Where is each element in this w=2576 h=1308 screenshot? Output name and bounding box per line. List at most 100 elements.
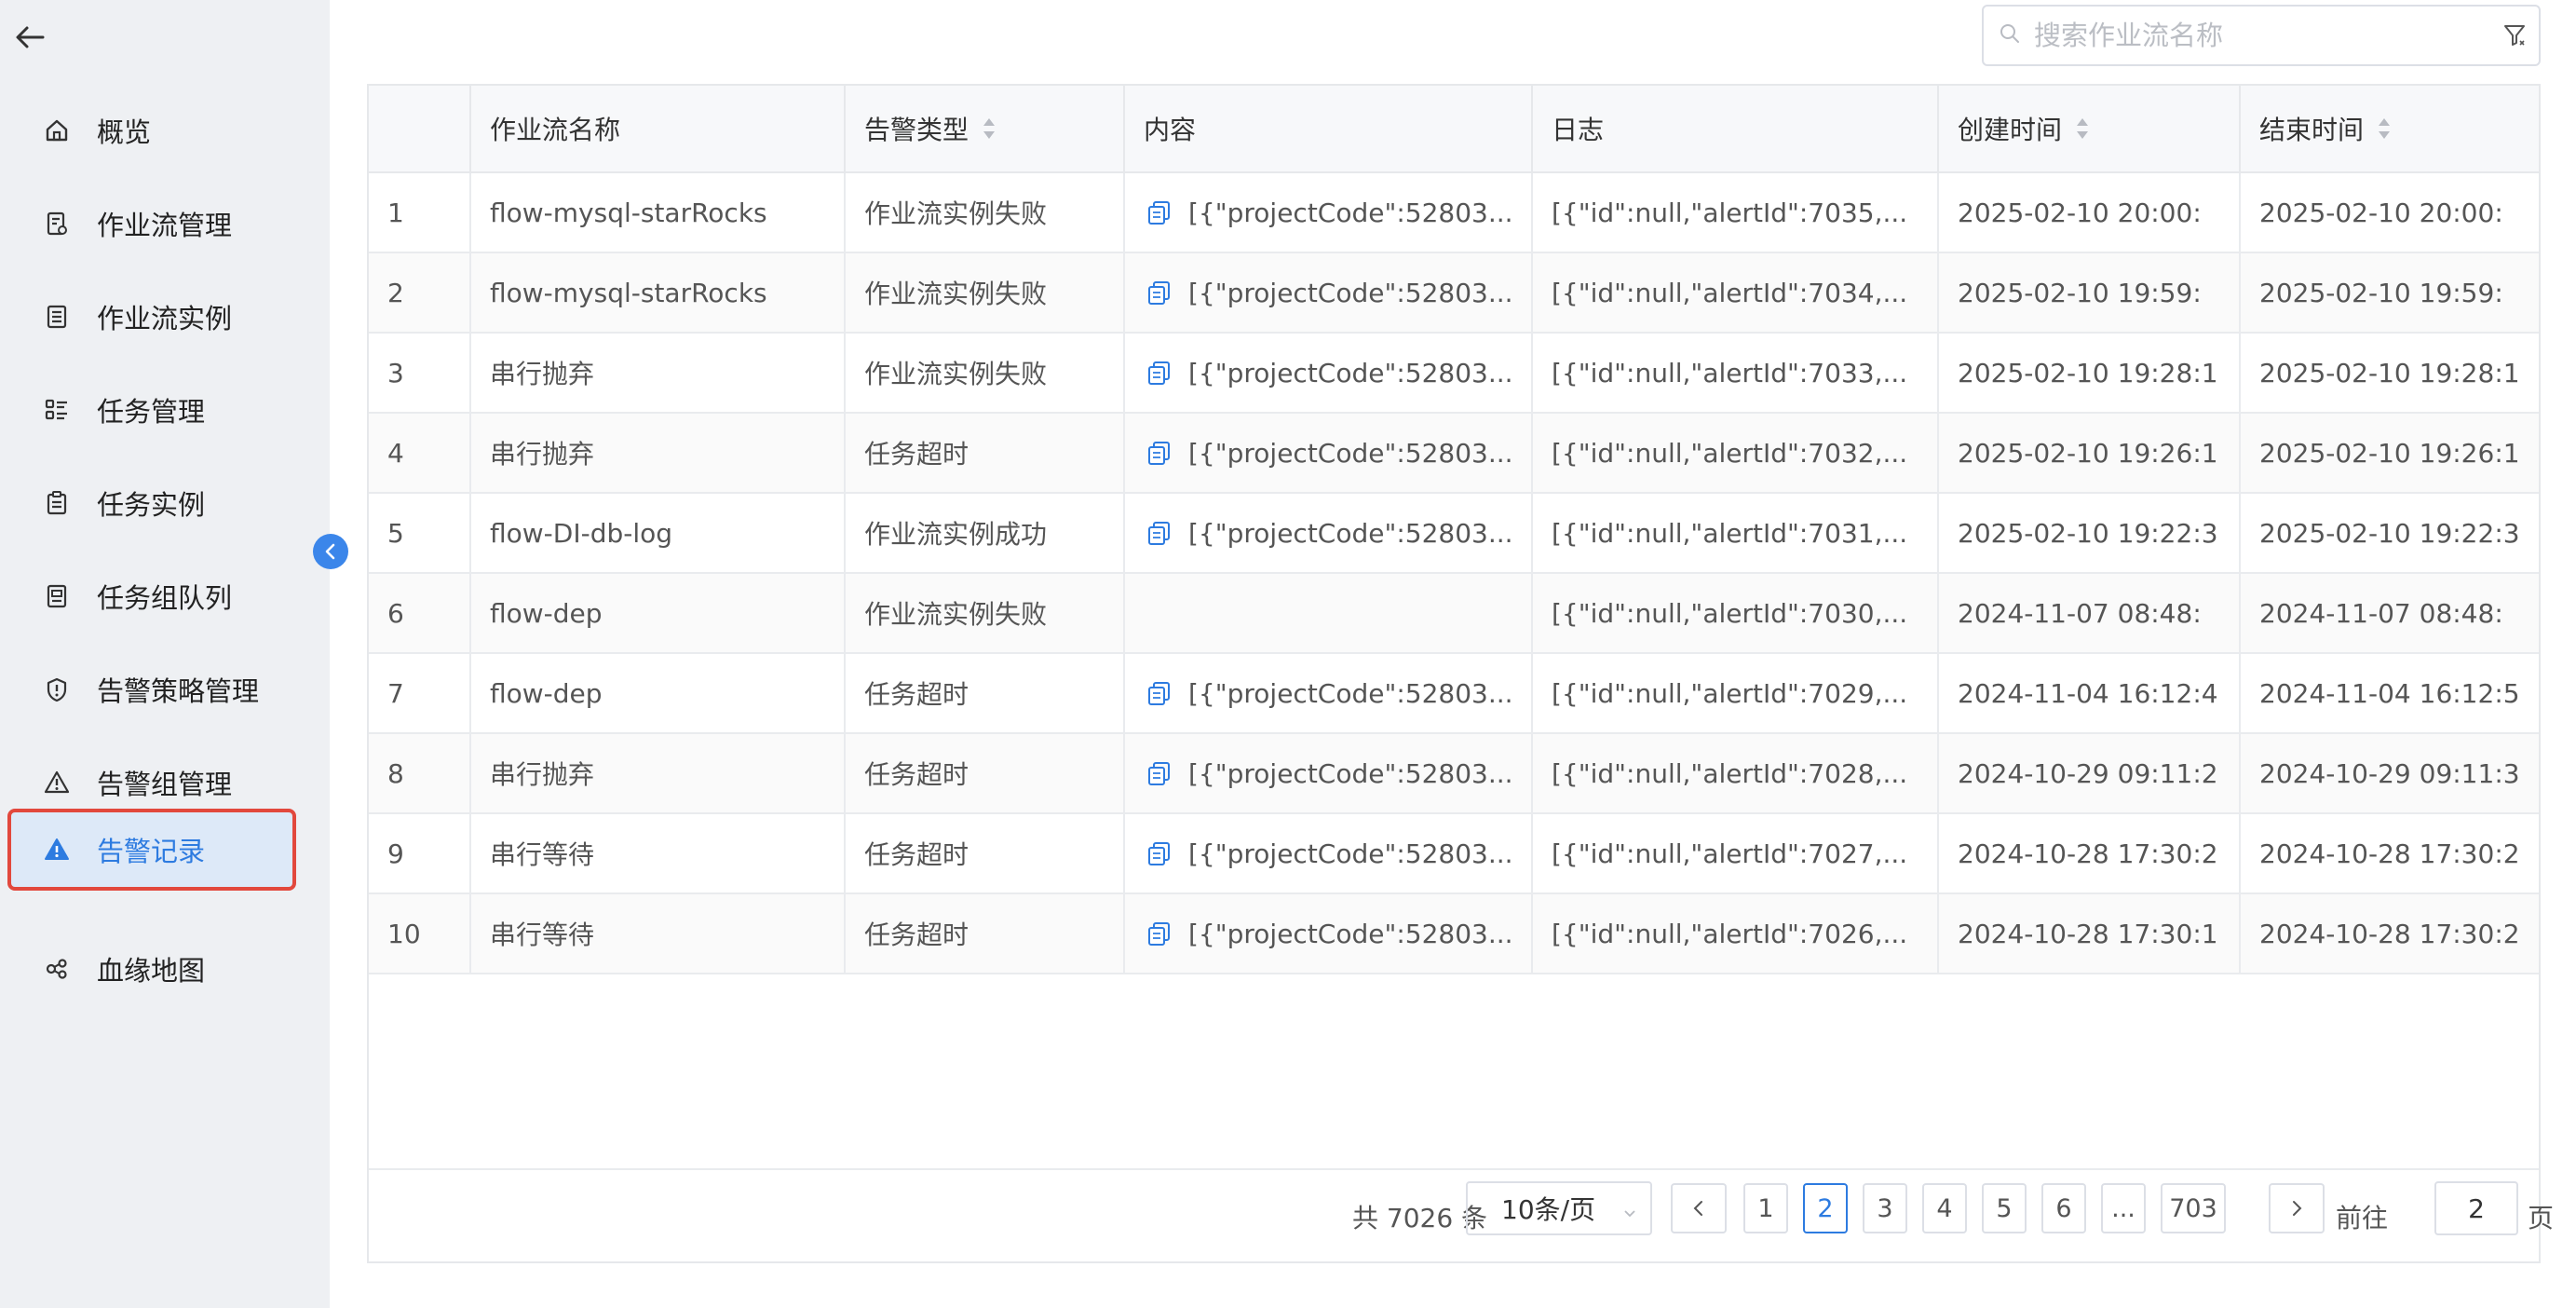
table-row[interactable]: 8 串行抛弃 任务超时 [{"projectCode":52803... [{"id":…	[369, 734, 2539, 814]
page-button[interactable]: 703	[2161, 1183, 2226, 1233]
copy-icon[interactable]	[1144, 197, 1175, 228]
cell-created: 2024-10-28 17:30:2	[1939, 814, 2241, 892]
table-row[interactable]: 5 flow-DI-db-log 作业流实例成功 [{"projectCode":52…	[369, 494, 2539, 574]
cell-text: 2025-02-10 19:26:1	[2259, 437, 2520, 469]
column-header-label: 创建时间	[1958, 115, 2063, 145]
cell-index: 10	[369, 894, 471, 973]
sort-icon[interactable]	[982, 116, 997, 142]
filter-icon[interactable]	[2496, 17, 2533, 54]
cell-created: 2024-11-04 16:12:4	[1939, 654, 2241, 732]
cell-text: 2024-11-07 08:48:	[1958, 597, 2202, 629]
cell-log: [{"id":null,"alertId":7035,...	[1533, 173, 1939, 252]
cell-text: 任务超时	[864, 759, 969, 790]
cell-text: flow-DI-db-log	[490, 517, 673, 549]
sort-icon[interactable]	[2377, 116, 2392, 142]
sidebar-item-alert-records[interactable]: 告警记录	[7, 809, 296, 891]
copy-icon[interactable]	[1144, 838, 1175, 869]
search-input[interactable]	[2021, 7, 2496, 64]
copy-icon[interactable]	[1144, 757, 1175, 789]
chevron-left-icon	[325, 543, 335, 560]
cell-flow-name: 串行抛弃	[471, 414, 846, 492]
sidebar-item-task-management[interactable]: 任务管理	[0, 371, 330, 449]
sort-icon[interactable]	[2075, 116, 2090, 142]
cell-text: 2	[387, 277, 404, 308]
main-content: 作业流名称 告警类型 内容 日志 创建时间 结束时间 1 flow-mysql-s…	[330, 0, 2576, 1308]
table-row[interactable]: 7 flow-dep 任务超时 [{"projectCode":52803... [{"…	[369, 654, 2539, 734]
page-button[interactable]: 3	[1863, 1183, 1907, 1233]
column-header-log: 日志	[1533, 86, 1939, 171]
cell-text: 作业流实例失败	[864, 198, 1048, 229]
column-header-content: 内容	[1125, 86, 1533, 171]
copy-icon[interactable]	[1144, 517, 1175, 549]
sidebar-item-label: 任务组队列	[97, 582, 233, 614]
table-row[interactable]: 2 flow-mysql-starRocks 作业流实例失败 [{"projectCo…	[369, 253, 2539, 334]
sidebar-item-label: 任务实例	[97, 489, 206, 521]
sidebar-item-task-group-queue[interactable]: 任务组队列	[0, 557, 330, 635]
table-row[interactable]: 1 flow-mysql-starRocks 作业流实例失败 [{"projectCo…	[369, 173, 2539, 253]
cell-flow-name: flow-mysql-starRocks	[471, 253, 846, 332]
cell-text: [{"projectCode":52803...	[1188, 838, 1513, 869]
goto-page-input[interactable]	[2434, 1181, 2518, 1235]
page-suffix: 页	[2528, 1203, 2555, 1233]
cell-flow-name: 串行抛弃	[471, 734, 846, 812]
cell-ended: 2025-02-10 19:22:3	[2241, 494, 2541, 572]
next-page-button[interactable]	[2269, 1183, 2325, 1233]
cell-log: [{"id":null,"alertId":7029,...	[1533, 654, 1939, 732]
sidebar: 概览 作业流管理 作业流实例 任务管理 任务实例 任务组队列 告警策略管理 告警…	[0, 0, 330, 1308]
copy-icon[interactable]	[1144, 357, 1175, 388]
sidebar-item-label: 任务管理	[97, 396, 206, 428]
sidebar-item-alert-policy[interactable]: 告警策略管理	[0, 650, 330, 729]
cell-created: 2025-02-10 19:22:3	[1939, 494, 2241, 572]
copy-icon[interactable]	[1144, 277, 1175, 308]
cell-created: 2024-11-07 08:48:	[1939, 574, 2241, 652]
table-row[interactable]: 10 串行等待 任务超时 [{"projectCode":52803... [{"id"…	[369, 894, 2539, 974]
cell-log: [{"id":null,"alertId":7027,...	[1533, 814, 1939, 892]
column-header-alert-type: 告警类型	[846, 86, 1125, 171]
cell-index: 1	[369, 173, 471, 252]
cell-log: [{"id":null,"alertId":7026,...	[1533, 894, 1939, 973]
sidebar-collapse-button[interactable]	[313, 534, 348, 569]
cell-text: [{"id":null,"alertId":7031,...	[1552, 517, 1908, 549]
sidebar-item-workflow-management[interactable]: 作业流管理	[0, 184, 330, 263]
table-row[interactable]: 4 串行抛弃 任务超时 [{"projectCode":52803... [{"id":…	[369, 414, 2539, 494]
cell-text: 3	[387, 357, 404, 388]
page-button[interactable]: 1	[1743, 1183, 1788, 1233]
sidebar-item-workflow-instances[interactable]: 作业流实例	[0, 278, 330, 356]
cell-index: 3	[369, 334, 471, 412]
page-button[interactable]: 5	[1982, 1183, 2027, 1233]
cell-content: [{"projectCode":52803...	[1125, 654, 1533, 732]
goto-label: 前往	[2336, 1203, 2389, 1233]
cell-text: [{"id":null,"alertId":7033,...	[1552, 357, 1908, 388]
page-button[interactable]: 2	[1803, 1183, 1848, 1233]
sidebar-item-label: 作业流管理	[97, 210, 233, 241]
sidebar-item-task-instances[interactable]: 任务实例	[0, 464, 330, 542]
page-size-select[interactable]: 10条/页	[1466, 1181, 1652, 1235]
copy-icon[interactable]	[1144, 677, 1175, 709]
cell-text: [{"projectCode":52803...	[1188, 437, 1513, 469]
prev-page-button[interactable]	[1671, 1183, 1727, 1233]
page-ellipsis-button[interactable]: ...	[2101, 1183, 2146, 1233]
copy-icon[interactable]	[1144, 918, 1175, 949]
back-arrow-icon[interactable]	[11, 19, 48, 56]
chevron-left-icon	[1693, 1201, 1702, 1216]
cell-text: [{"projectCode":52803...	[1188, 757, 1513, 789]
table-row[interactable]: 3 串行抛弃 作业流实例失败 [{"projectCode":52803... [{"i…	[369, 334, 2539, 414]
cell-text: 2024-10-28 17:30:2	[1958, 838, 2218, 869]
page-button[interactable]: 4	[1922, 1183, 1967, 1233]
cell-text: 2024-10-28 17:30:2	[2259, 838, 2520, 869]
table-row[interactable]: 9 串行等待 任务超时 [{"projectCode":52803... [{"id":…	[369, 814, 2539, 894]
warning-filled-icon	[41, 834, 73, 865]
pagination: 共 7026 条 10条/页 123456...703 前往 页	[369, 1168, 2554, 1263]
cell-flow-name: 串行等待	[471, 894, 846, 973]
sidebar-item-overview[interactable]: 概览	[0, 91, 330, 170]
cell-content: [{"projectCode":52803...	[1125, 494, 1533, 572]
cell-text: flow-dep	[490, 677, 603, 709]
search-icon	[1999, 22, 2021, 48]
clipboard-icon	[41, 487, 73, 519]
column-header-label: 结束时间	[2259, 115, 2365, 145]
page-button[interactable]: 6	[2041, 1183, 2086, 1233]
cell-text: 作业流实例失败	[864, 279, 1048, 309]
copy-icon[interactable]	[1144, 437, 1175, 469]
sidebar-item-lineage-map[interactable]: 血缘地图	[0, 930, 330, 1008]
table-row[interactable]: 6 flow-dep 作业流实例失败 [{"id":null,"alertId":70…	[369, 574, 2539, 654]
